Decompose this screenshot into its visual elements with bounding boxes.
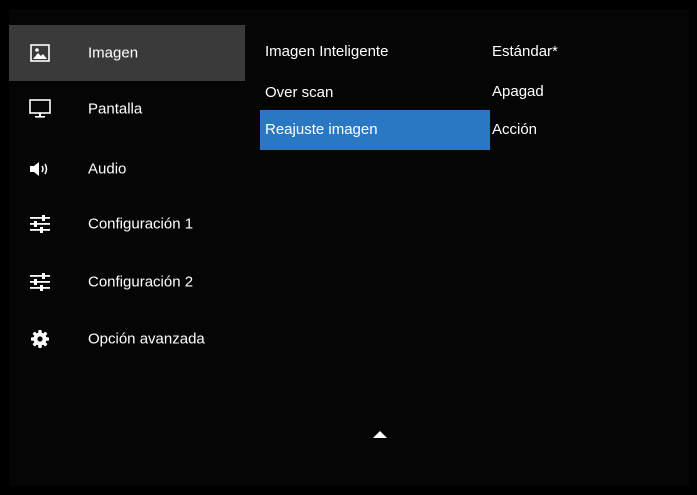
speaker-icon [29, 158, 51, 180]
sidebar-item-opcion-avanzada[interactable]: Opción avanzada [9, 311, 245, 367]
sidebar-item-label: Pantalla [88, 100, 143, 118]
menu-row-label: Imagen Inteligente [265, 43, 389, 60]
menu-row-reajuste-imagen[interactable]: Reajuste imagen [260, 110, 490, 150]
sidebar-item-label: Configuración 2 [88, 273, 194, 291]
sidebar-item-label: Opción avanzada [88, 330, 205, 348]
menu-row-label: Over scan [265, 84, 334, 101]
value-imagen-inteligente: Estándar* [492, 43, 558, 60]
value-over-scan: Apagad [492, 83, 544, 100]
osd-menu: Imagen Pantalla Audio Configuración 1 Co… [9, 9, 689, 486]
sidebar-item-audio[interactable]: Audio [9, 141, 245, 197]
sidebar-item-label: Imagen [88, 44, 139, 62]
sidebar-item-label: Configuración 1 [88, 215, 194, 233]
gear-icon [29, 328, 51, 350]
sidebar-item-label: Audio [88, 160, 127, 178]
up-arrow-icon[interactable] [369, 427, 391, 439]
menu-row-label: Reajuste imagen [265, 121, 378, 138]
sliders-icon [29, 213, 51, 235]
menu-row-over-scan[interactable]: Over scan [260, 80, 490, 106]
sidebar-item-configuracion-2[interactable]: Configuración 2 [9, 254, 245, 310]
menu-row-imagen-inteligente[interactable]: Imagen Inteligente [260, 39, 490, 65]
image-icon [29, 42, 51, 64]
sidebar-item-configuracion-1[interactable]: Configuración 1 [9, 196, 245, 252]
monitor-icon [29, 98, 51, 120]
sidebar-item-imagen[interactable]: Imagen [9, 25, 245, 81]
sidebar-item-pantalla[interactable]: Pantalla [9, 81, 245, 137]
sliders-icon [29, 271, 51, 293]
value-reajuste-imagen: Acción [492, 121, 538, 138]
